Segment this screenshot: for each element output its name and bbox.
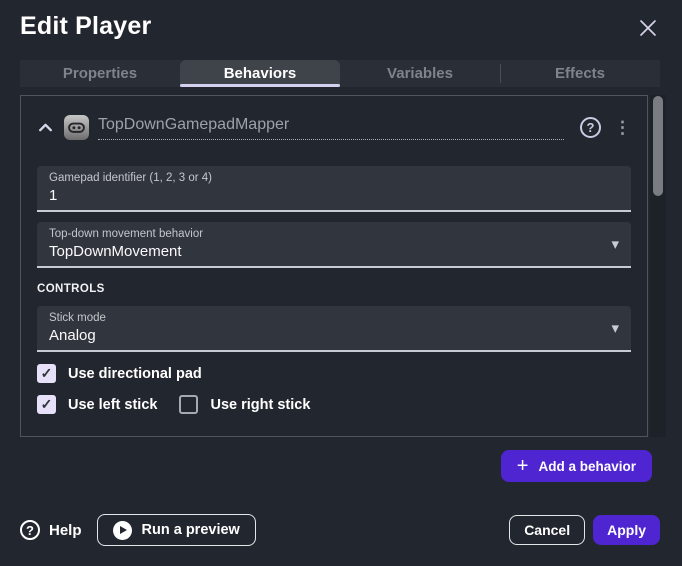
behavior-settings: Gamepad identifier (1, 2, 3 or 4) 1 Top-… bbox=[21, 142, 647, 414]
tab-effects[interactable]: Effects bbox=[500, 60, 660, 87]
field-label: Gamepad identifier (1, 2, 3 or 4) bbox=[49, 172, 601, 184]
chevron-down-icon: ▾ bbox=[611, 321, 619, 336]
behavior-help-icon[interactable]: ? bbox=[580, 117, 601, 138]
checkbox-label: Use right stick bbox=[210, 397, 310, 413]
play-icon bbox=[113, 521, 132, 540]
checkbox-checked-icon: ✓ bbox=[37, 364, 56, 383]
tab-behaviors[interactable]: Behaviors bbox=[180, 60, 340, 87]
question-icon: ? bbox=[20, 520, 40, 540]
field-value: 1 bbox=[49, 187, 601, 204]
scrollbar[interactable] bbox=[650, 95, 666, 437]
gamepad-identifier-field[interactable]: Gamepad identifier (1, 2, 3 or 4) 1 bbox=[37, 166, 631, 212]
tab-bar: Properties Behaviors Variables Effects bbox=[20, 60, 660, 87]
collapse-chevron-icon[interactable] bbox=[37, 119, 54, 136]
checkbox-use-right-stick[interactable]: Use right stick bbox=[179, 395, 310, 414]
run-preview-label: Run a preview bbox=[142, 522, 240, 538]
behavior-name-input[interactable]: TopDownGamepadMapper bbox=[98, 116, 564, 140]
stick-mode-select[interactable]: Stick mode Analog ▾ bbox=[37, 306, 631, 352]
field-value: TopDownMovement bbox=[49, 243, 601, 260]
behavior-menu-icon[interactable]: ⋮ bbox=[614, 119, 631, 136]
chevron-down-icon: ▾ bbox=[611, 237, 619, 252]
tab-variables[interactable]: Variables bbox=[340, 60, 500, 87]
page-title: Edit Player bbox=[20, 12, 151, 41]
cancel-label: Cancel bbox=[524, 522, 570, 538]
field-label: Stick mode bbox=[49, 312, 601, 324]
movement-behavior-select[interactable]: Top-down movement behavior TopDownMoveme… bbox=[37, 222, 631, 268]
checkbox-checked-icon: ✓ bbox=[37, 395, 56, 414]
close-icon[interactable] bbox=[638, 18, 658, 38]
checkbox-use-directional-pad[interactable]: ✓ Use directional pad bbox=[37, 364, 202, 383]
cancel-button[interactable]: Cancel bbox=[509, 515, 585, 545]
add-behavior-button[interactable]: + Add a behavior bbox=[501, 450, 652, 482]
dialog-footer: ? Help Run a preview Cancel Apply bbox=[20, 513, 660, 547]
tab-properties[interactable]: Properties bbox=[20, 60, 180, 87]
run-preview-button[interactable]: Run a preview bbox=[97, 514, 256, 546]
help-label: Help bbox=[49, 522, 82, 539]
checkbox-label: Use left stick bbox=[68, 397, 157, 413]
checkbox-row: ✓ Use directional pad bbox=[37, 364, 631, 383]
gamepad-icon bbox=[64, 115, 89, 140]
field-label: Top-down movement behavior bbox=[49, 228, 601, 240]
controls-section-header: CONTROLS bbox=[37, 283, 631, 295]
checkbox-use-left-stick[interactable]: ✓ Use left stick bbox=[37, 395, 157, 414]
apply-button[interactable]: Apply bbox=[593, 515, 660, 545]
scrollbar-thumb[interactable] bbox=[653, 96, 663, 196]
checkbox-label: Use directional pad bbox=[68, 366, 202, 382]
behavior-accordion-header: TopDownGamepadMapper ? ⋮ bbox=[21, 96, 647, 142]
help-button[interactable]: ? Help bbox=[20, 520, 82, 540]
checkbox-unchecked-icon bbox=[179, 395, 198, 414]
apply-label: Apply bbox=[607, 522, 646, 538]
checkbox-row: ✓ Use left stick Use right stick bbox=[37, 395, 631, 414]
add-behavior-label: Add a behavior bbox=[538, 459, 636, 474]
plus-icon: + bbox=[517, 456, 529, 476]
field-value: Analog bbox=[49, 327, 601, 344]
behaviors-panel: TopDownGamepadMapper ? ⋮ Gamepad identif… bbox=[20, 95, 648, 437]
